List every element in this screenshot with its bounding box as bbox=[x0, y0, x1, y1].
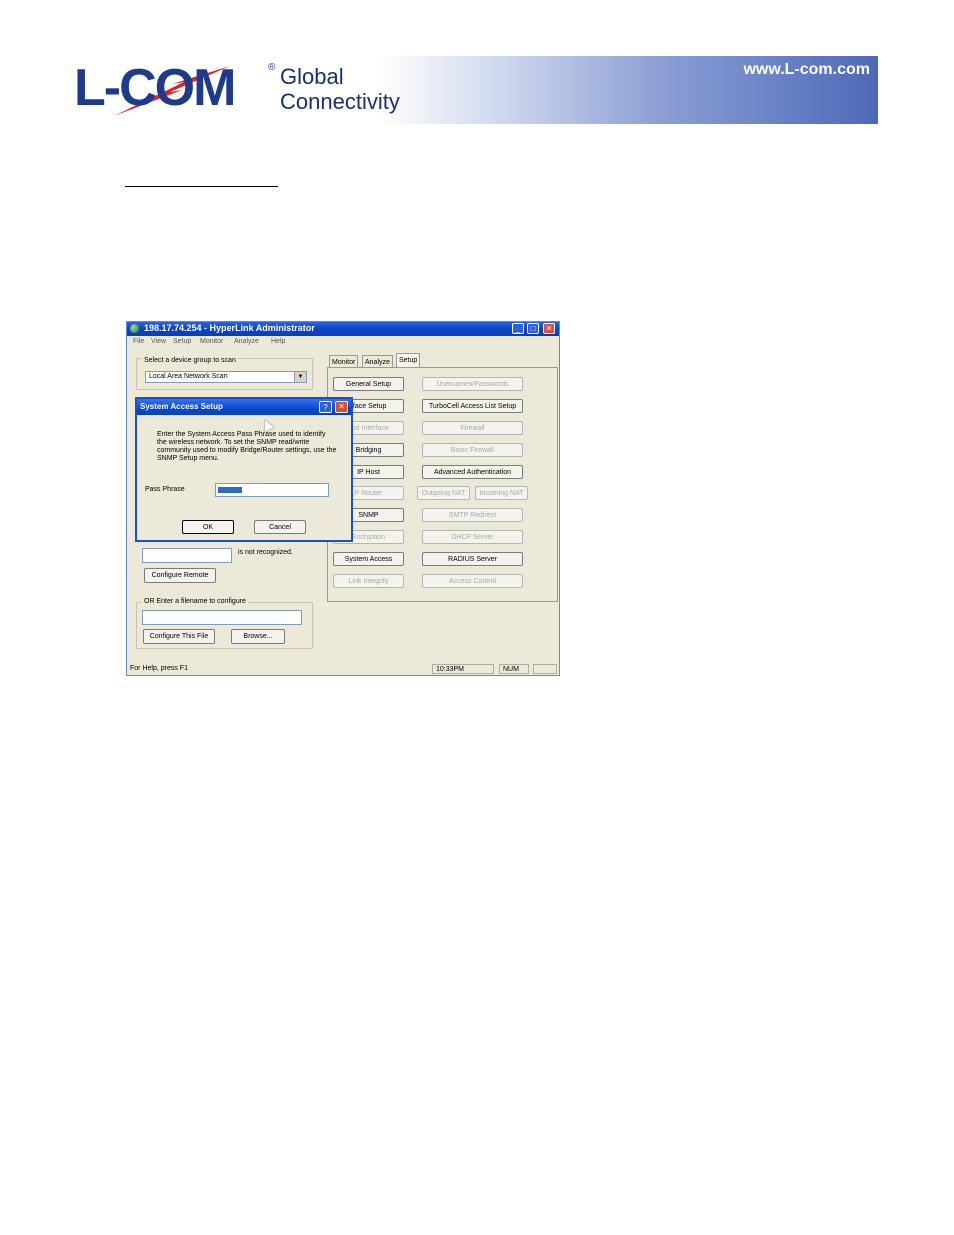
device-group-select[interactable]: Local Area Network Scan ▼ bbox=[145, 371, 307, 383]
window-title: 198.17.74.254 - HyperLink Administrator bbox=[144, 323, 315, 333]
heading-underline bbox=[125, 186, 278, 187]
status-bar: For Help, press F1 10:33PM NUM bbox=[127, 663, 559, 675]
pass-phrase-label: Pass Phrase bbox=[145, 486, 185, 493]
header-banner: L-COM ® Global Connectivity www.L-com.co… bbox=[72, 56, 878, 124]
general-setup-button[interactable]: General Setup bbox=[333, 377, 404, 391]
radius-server-button[interactable]: RADIUS Server bbox=[422, 552, 523, 566]
window-close-button[interactable]: ✕ bbox=[543, 323, 555, 334]
dialog-title: System Access Setup bbox=[140, 402, 223, 411]
incoming-nat-button[interactable]: Incoming NAT bbox=[475, 486, 528, 500]
minimize-button[interactable]: _ bbox=[512, 323, 524, 334]
cancel-button[interactable]: Cancel bbox=[254, 520, 306, 534]
browse-button[interactable]: Browse... bbox=[231, 629, 285, 644]
globe-icon bbox=[130, 324, 139, 333]
filename-label: OR Enter a filename to configure bbox=[142, 598, 248, 605]
link-integrity-button[interactable]: Link Integrity bbox=[333, 574, 404, 588]
remote-address-input[interactable] bbox=[142, 548, 232, 563]
menu-setup[interactable]: Setup bbox=[173, 338, 191, 345]
status-help-text: For Help, press F1 bbox=[130, 665, 188, 672]
close-icon[interactable]: ✕ bbox=[335, 401, 348, 413]
system-access-dialog: System Access Setup ? ✕ Enter the System… bbox=[135, 397, 353, 542]
registered-mark: ® bbox=[268, 62, 276, 73]
tagline-line-2: Connectivity bbox=[280, 89, 400, 114]
device-group-value: Local Area Network Scan bbox=[149, 373, 228, 380]
system-access-button[interactable]: System Access bbox=[333, 552, 404, 566]
tagline: Global Connectivity bbox=[280, 64, 400, 114]
outgoing-nat-button[interactable]: Outgoing NAT bbox=[417, 486, 470, 500]
menu-view[interactable]: View bbox=[151, 338, 166, 345]
advanced-authentication-button[interactable]: Advanced Authentication bbox=[422, 465, 523, 479]
access-control-button[interactable]: Access Control bbox=[422, 574, 523, 588]
website-link[interactable]: www.L-com.com bbox=[743, 61, 870, 79]
configure-file-button[interactable]: Configure This File bbox=[143, 629, 215, 644]
ok-button[interactable]: OK bbox=[182, 520, 234, 534]
basic-firewall-button[interactable]: Basic Firewall bbox=[422, 443, 523, 457]
status-time: 10:33PM bbox=[432, 664, 494, 674]
firewall-button[interactable]: Firewall bbox=[422, 421, 523, 435]
menu-monitor[interactable]: Monitor bbox=[200, 338, 223, 345]
menu-help[interactable]: Help bbox=[271, 338, 285, 345]
mouse-cursor-icon bbox=[260, 417, 274, 432]
not-recognized-text: is not recognized. bbox=[238, 549, 293, 556]
help-icon[interactable]: ? bbox=[319, 401, 332, 413]
dhcp-server-button[interactable]: DHCP Server bbox=[422, 530, 523, 544]
dialog-instructions: Enter the System Access Pass Phrase used… bbox=[157, 431, 337, 462]
status-empty bbox=[533, 664, 557, 674]
device-group-label: Select a device group to scan bbox=[142, 357, 238, 364]
smtp-redirect-button[interactable]: SMTP Redirect bbox=[422, 508, 523, 522]
tagline-line-1: Global bbox=[280, 64, 344, 89]
chevron-down-icon[interactable]: ▼ bbox=[294, 372, 306, 382]
configure-remote-button[interactable]: Configure Remote bbox=[144, 568, 216, 583]
filename-input[interactable] bbox=[142, 610, 302, 625]
masked-selection bbox=[218, 487, 242, 493]
turbocell-access-list-button[interactable]: TurboCell Access List Setup bbox=[422, 399, 523, 413]
logo-wordmark: L-COM bbox=[74, 59, 236, 117]
maximize-button[interactable]: □ bbox=[527, 323, 539, 334]
dialog-titlebar[interactable]: System Access Setup ? ✕ bbox=[137, 399, 351, 415]
window-titlebar[interactable]: 198.17.74.254 - HyperLink Administrator … bbox=[127, 322, 559, 336]
menu-analyze[interactable]: Analyze bbox=[234, 338, 259, 345]
status-num: NUM bbox=[499, 664, 529, 674]
usernames-passwords-button[interactable]: Usernames/Passwords bbox=[422, 377, 523, 391]
menu-bar: File View Setup Monitor Analyze Help bbox=[127, 336, 559, 348]
menu-file[interactable]: File bbox=[133, 338, 144, 345]
tab-setup[interactable]: Setup bbox=[396, 353, 421, 368]
pass-phrase-input[interactable] bbox=[215, 483, 329, 497]
hyperlink-admin-window: 198.17.74.254 - HyperLink Administrator … bbox=[126, 321, 560, 676]
